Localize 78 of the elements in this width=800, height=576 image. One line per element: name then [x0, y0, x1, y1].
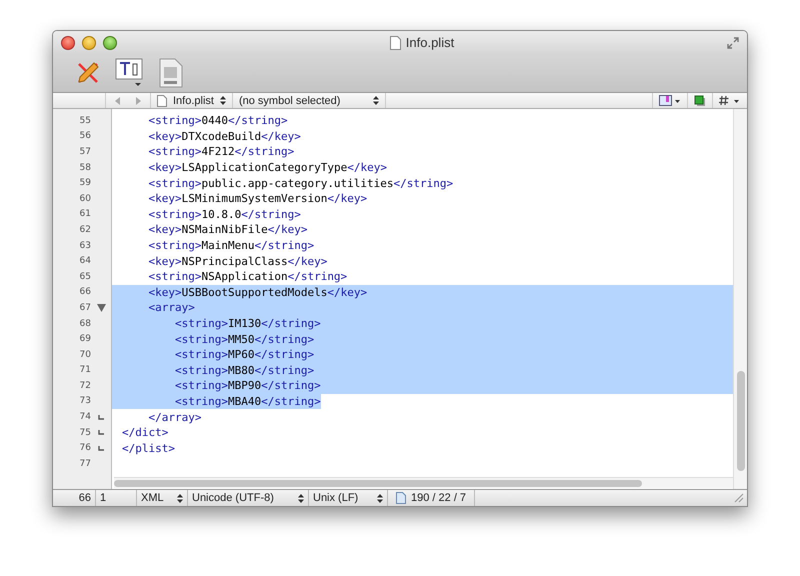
line-number: 63 [78, 240, 91, 251]
file-popup[interactable]: Info.plist [151, 93, 233, 108]
encoding-popup[interactable]: Unicode (UTF-8) [188, 490, 309, 506]
code-line: <string>MP60</string> [174, 348, 314, 362]
bookmarks-icon[interactable] [659, 95, 681, 106]
symbol-name: (no symbol selected) [238, 94, 340, 106]
line-number: 65 [78, 272, 91, 282]
document-icon [157, 94, 167, 106]
layers-icon[interactable] [694, 94, 706, 106]
code-line: <string>MM50</string> [174, 332, 314, 346]
document-counts: 190 / 22 / 7 [411, 492, 466, 504]
code-line: </dict> [122, 426, 168, 440]
fullscreen-icon[interactable] [727, 36, 739, 48]
code-line: <string>MB80</string> [174, 364, 314, 377]
back-arrow-icon[interactable] [114, 96, 122, 104]
line-number: 56 [78, 131, 91, 142]
line-number: 67 [78, 302, 91, 313]
code-line: <key>NSPrincipalClass</key> [148, 254, 328, 268]
code-line: <string>10.8.0</string> [148, 208, 301, 221]
file-name: Info.plist [173, 94, 214, 106]
code-line: </array> [148, 410, 202, 424]
code-line: <string>MainMenu</string> [148, 239, 314, 252]
code-line: <key>LSMinimumSystemVersion</key> [148, 192, 368, 206]
stepper-arrows-icon [372, 96, 379, 105]
line-number: 66 [78, 287, 91, 298]
code-line: <key>LSApplicationCategoryType</key> [148, 161, 387, 174]
code-line: <string>0440</string> [148, 114, 288, 128]
code-line: <string>IM130</string> [174, 317, 321, 330]
line-number: 70 [78, 350, 91, 360]
line-number: 77 [78, 458, 91, 469]
symbol-popup[interactable]: (no symbol selected) [232, 93, 386, 108]
line-number: 72 [78, 380, 91, 391]
line-number: 59 [78, 178, 91, 188]
line-number: 61 [78, 209, 91, 220]
line-number: 74 [78, 412, 91, 422]
code-line: <array> [148, 301, 195, 314]
close-button[interactable] [61, 36, 75, 50]
window-title: Info.plist [406, 35, 454, 50]
document-icon [390, 36, 401, 50]
line-number: 62 [78, 224, 91, 235]
fold-triangle-icon[interactable] [96, 304, 106, 312]
line-number: 76 [78, 443, 91, 454]
line-indicator: 66 [53, 490, 96, 506]
line-number: 64 [78, 256, 91, 266]
horizontal-scrollbar[interactable] [114, 477, 733, 488]
zoom-button[interactable] [103, 36, 117, 50]
hash-icon[interactable] [719, 95, 741, 106]
line-endings-popup[interactable]: Unix (LF) [309, 490, 388, 506]
line-number: 69 [78, 334, 91, 344]
line-number: 68 [78, 318, 91, 329]
code-line: <key>DTXcodeBuild</key> [148, 130, 301, 143]
text-format-icon[interactable] [115, 58, 145, 88]
line-endings-name: Unix (LF) [313, 492, 358, 504]
line-number: 58 [78, 162, 91, 173]
code-line: <string>MBP90</string> [174, 379, 321, 392]
code-line: <key>USBBootSupportedModels</key> [148, 286, 368, 299]
code-line: <string>4F212</string> [148, 145, 294, 158]
line-number: 75 [78, 428, 91, 438]
line-number: 55 [78, 116, 91, 126]
resize-grip-icon[interactable] [734, 493, 744, 503]
syntax-name: XML [141, 492, 164, 504]
document-icon[interactable] [159, 58, 183, 88]
column-indicator: 1 [96, 490, 137, 506]
stepper-arrows-icon [220, 96, 226, 105]
code-line: </plist> [122, 442, 175, 455]
forward-arrow-icon[interactable] [134, 96, 142, 104]
encoding-name: Unicode (UTF-8) [192, 492, 274, 504]
line-number: 57 [78, 146, 91, 157]
line-number: 71 [78, 365, 91, 376]
document-icon [396, 492, 406, 504]
code-line: <key>NSMainNibFile</key> [148, 223, 308, 236]
minimize-button[interactable] [82, 36, 96, 50]
syntax-popup[interactable]: XML [137, 490, 188, 506]
line-number: 60 [78, 194, 91, 204]
line-number: 73 [78, 396, 91, 406]
code-line: <string>public.app-category.utilities</string> [148, 176, 454, 190]
code-line: <string>NSApplication</string> [148, 270, 348, 284]
vertical-scrollbar[interactable] [733, 109, 747, 489]
